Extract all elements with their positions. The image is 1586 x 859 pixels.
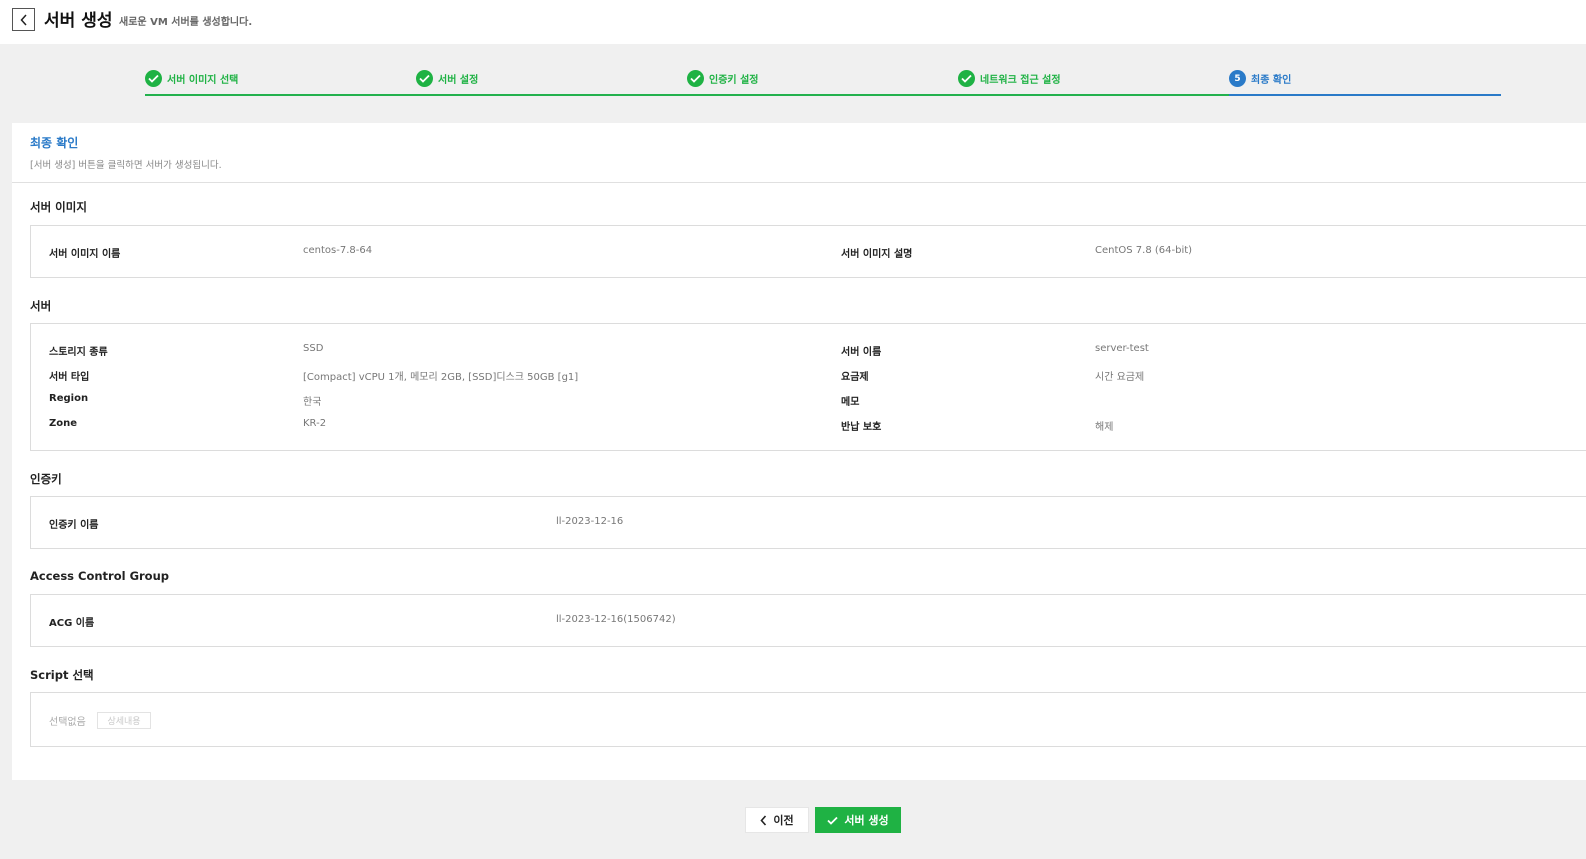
- check-icon: [687, 70, 704, 87]
- stepper: 서버 이미지 선택 서버 설정 인증키 설정 네트워크 접근 설정 5 최종 확…: [145, 68, 1501, 96]
- step-server-image[interactable]: 서버 이미지 선택: [145, 70, 238, 87]
- create-server-button[interactable]: 서버 생성: [815, 807, 901, 833]
- section-title-authkey: 인증키: [30, 472, 62, 486]
- section-title-server-image: 서버 이미지: [30, 200, 87, 214]
- pricing-plan-value: 시간 요금제: [1095, 372, 1145, 383]
- check-icon: [145, 70, 162, 87]
- server-name-value: server-test: [1095, 343, 1149, 354]
- acg-name-label: ACG 이름: [49, 618, 95, 629]
- step-label: 최종 확인: [1251, 75, 1292, 86]
- script-box: 선택없음 상세내용: [30, 692, 1586, 747]
- zone-label: Zone: [49, 418, 78, 429]
- region-label: Region: [49, 393, 89, 404]
- stepper-line-current: [1229, 94, 1501, 96]
- create-server-button-label: 서버 생성: [844, 814, 889, 827]
- storage-type-label: 스토리지 종류: [49, 347, 108, 358]
- step-final-confirm[interactable]: 5 최종 확인: [1229, 70, 1291, 87]
- termination-protection-label: 반납 보호: [841, 422, 882, 433]
- authkey-name-value: ll-2023-12-16: [556, 516, 624, 527]
- back-button[interactable]: [12, 8, 35, 31]
- section-title-script: Script 선택: [30, 668, 94, 682]
- top-bar: 서버 생성 새로운 VM 서버를 생성합니다.: [0, 0, 1586, 44]
- server-image-desc-label: 서버 이미지 설명: [841, 249, 913, 260]
- card-title: 최종 확인: [30, 136, 79, 150]
- check-icon: [416, 70, 433, 87]
- prev-button[interactable]: 이전: [745, 807, 809, 833]
- server-box: 스토리지 종류 SSD 서버 이름 server-test 서버 타입 [Com…: [30, 323, 1586, 451]
- script-selection-value: 선택없음: [49, 717, 86, 728]
- chevron-left-icon: [19, 13, 27, 26]
- final-confirm-card: 최종 확인 [서버 생성] 버튼을 클릭하면 서버가 생성됩니다. 서버 이미지…: [12, 123, 1586, 780]
- region-value: 한국: [303, 397, 322, 408]
- step-label: 네트워크 접근 설정: [980, 75, 1061, 86]
- step-authkey[interactable]: 인증키 설정: [687, 70, 758, 87]
- step-server-settings[interactable]: 서버 설정: [416, 70, 478, 87]
- server-image-name-label: 서버 이미지 이름: [49, 249, 121, 260]
- script-detail-button[interactable]: 상세내용: [97, 712, 151, 729]
- memo-label: 메모: [841, 397, 860, 408]
- authkey-name-label: 인증키 이름: [49, 520, 99, 531]
- acg-box: ACG 이름 ll-2023-12-16(1506742): [30, 594, 1586, 647]
- server-image-name-value: centos-7.8-64: [303, 245, 373, 256]
- termination-protection-value: 해제: [1095, 422, 1114, 433]
- page-title: 서버 생성: [44, 11, 113, 31]
- storage-type-value: SSD: [303, 343, 324, 354]
- step-label: 서버 설정: [438, 75, 479, 86]
- server-type-label: 서버 타입: [49, 372, 90, 383]
- server-type-value: [Compact] vCPU 1개, 메모리 2GB, [SSD]디스크 50G…: [303, 372, 579, 383]
- card-header: 최종 확인 [서버 생성] 버튼을 클릭하면 서버가 생성됩니다.: [12, 123, 1586, 183]
- step-network-access[interactable]: 네트워크 접근 설정: [958, 70, 1061, 87]
- server-image-box: 서버 이미지 이름 centos-7.8-64 서버 이미지 설명 CentOS…: [30, 225, 1586, 278]
- section-title-server: 서버: [30, 299, 52, 313]
- authkey-box: 인증키 이름 ll-2023-12-16: [30, 496, 1586, 549]
- step-label: 인증키 설정: [709, 75, 759, 86]
- prev-button-label: 이전: [773, 814, 794, 827]
- chevron-left-icon: [760, 814, 767, 826]
- step-number: 5: [1229, 70, 1246, 87]
- card-description: [서버 생성] 버튼을 클릭하면 서버가 생성됩니다.: [30, 160, 222, 171]
- server-image-desc-value: CentOS 7.8 (64-bit): [1095, 245, 1193, 256]
- page-subtitle: 새로운 VM 서버를 생성합니다.: [119, 17, 253, 28]
- acg-name-value: ll-2023-12-16(1506742): [556, 614, 676, 625]
- server-name-label: 서버 이름: [841, 347, 882, 358]
- zone-value: KR-2: [303, 418, 327, 429]
- check-icon: [827, 816, 838, 825]
- section-title-acg: Access Control Group: [30, 569, 169, 583]
- step-label: 서버 이미지 선택: [167, 75, 239, 86]
- pricing-plan-label: 요금제: [841, 372, 869, 383]
- check-icon: [958, 70, 975, 87]
